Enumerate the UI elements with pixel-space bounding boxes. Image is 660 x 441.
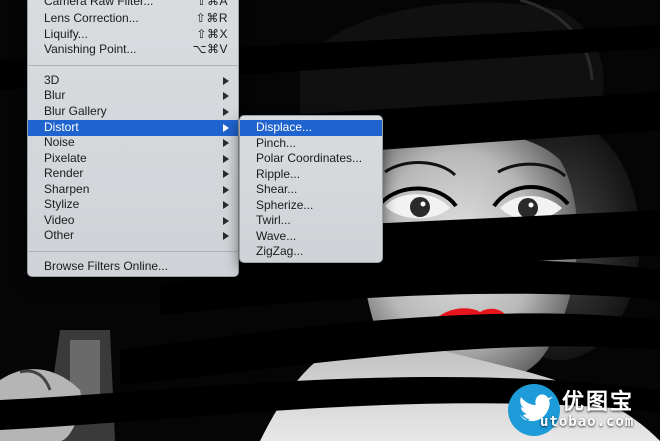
submenu-arrow-icon: [223, 108, 229, 116]
submenu-item-wave[interactable]: Wave...: [240, 229, 382, 245]
submenu-item-shear[interactable]: Shear...: [240, 182, 382, 198]
submenu-item-label: Spherize...: [256, 198, 314, 212]
submenu-item-ripple[interactable]: Ripple...: [240, 167, 382, 183]
submenu-arrow-icon: [223, 92, 229, 100]
menu-item-sharpen[interactable]: Sharpen: [28, 182, 238, 198]
submenu-arrow-icon: [223, 139, 229, 147]
watermark-cn-text: 优图宝: [562, 389, 635, 414]
menu-item-label: Pixelate: [44, 151, 87, 165]
submenu-arrow-icon: [223, 217, 229, 225]
menu-item-label: 3D: [44, 73, 60, 87]
menu-item-label: Other: [44, 228, 75, 242]
menu-item-label: Vanishing Point...: [44, 42, 137, 56]
menu-item-label: Blur Gallery: [44, 104, 107, 118]
submenu-arrow-icon: [223, 124, 229, 132]
submenu-item-label: ZigZag...: [256, 244, 304, 258]
menu-item-label: Liquify...: [44, 27, 88, 41]
filter-menu: Camera Raw Filter... ⇧⌘A Lens Correction…: [27, 0, 239, 277]
submenu-item-label: Polar Coordinates...: [256, 151, 363, 165]
submenu-item-label: Twirl...: [256, 213, 291, 227]
menu-item-shortcut: ⇧⌘X: [196, 27, 228, 41]
submenu-item-label: Wave...: [256, 229, 297, 243]
menu-item-label: Sharpen: [44, 182, 90, 196]
distort-submenu: Displace... Pinch... Polar Coordinates..…: [239, 115, 383, 263]
watermark-domain-text: utobao.com: [540, 414, 635, 430]
submenu-item-label: Ripple...: [256, 167, 301, 181]
submenu-item-zigzag[interactable]: ZigZag...: [240, 244, 382, 260]
submenu-arrow-icon: [223, 77, 229, 85]
menu-item-noise[interactable]: Noise: [28, 135, 238, 151]
menu-item-vanishing-point[interactable]: Vanishing Point... ⌥⌘V: [28, 42, 238, 58]
menu-item-label: Blur: [44, 88, 66, 102]
twitter-bird-icon: [508, 384, 560, 436]
submenu-arrow-icon: [223, 170, 229, 178]
menu-item-camera-raw-filter[interactable]: Camera Raw Filter... ⇧⌘A: [28, 0, 238, 10]
submenu-arrow-icon: [223, 232, 229, 240]
submenu-item-label: Pinch...: [256, 136, 297, 150]
menu-item-shortcut: ⌥⌘V: [192, 42, 228, 56]
submenu-arrow-icon: [223, 201, 229, 209]
menu-item-distort[interactable]: Distort: [28, 120, 238, 136]
menu-item-lens-correction[interactable]: Lens Correction... ⇧⌘R: [28, 11, 238, 27]
menu-item-video[interactable]: Video: [28, 213, 238, 229]
menu-item-shortcut: ⇧⌘A: [196, 0, 228, 8]
submenu-item-displace[interactable]: Displace...: [240, 120, 382, 136]
submenu-item-pinch[interactable]: Pinch...: [240, 136, 382, 152]
submenu-item-label: Shear...: [256, 182, 298, 196]
menu-item-3d[interactable]: 3D: [28, 73, 238, 89]
menu-item-label: Video: [44, 213, 75, 227]
submenu-item-spherize[interactable]: Spherize...: [240, 198, 382, 214]
submenu-arrow-icon: [223, 186, 229, 194]
menu-item-label: Browse Filters Online...: [44, 259, 169, 273]
menu-item-pixelate[interactable]: Pixelate: [28, 151, 238, 167]
menu-item-label: Render: [44, 166, 84, 180]
watermark: 优图宝 utobao.com: [500, 378, 660, 441]
menu-separator: [28, 251, 238, 252]
menu-item-browse-filters-online[interactable]: Browse Filters Online...: [28, 259, 238, 275]
menu-item-stylize[interactable]: Stylize: [28, 197, 238, 213]
menu-item-label: Lens Correction...: [44, 11, 139, 25]
submenu-arrow-icon: [223, 155, 229, 163]
menu-item-render[interactable]: Render: [28, 166, 238, 182]
menu-item-other[interactable]: Other: [28, 228, 238, 244]
menu-item-blur[interactable]: Blur: [28, 88, 238, 104]
menu-item-shortcut: ⇧⌘R: [195, 11, 228, 25]
submenu-item-twirl[interactable]: Twirl...: [240, 213, 382, 229]
menu-separator: [28, 65, 238, 66]
menu-item-blur-gallery[interactable]: Blur Gallery: [28, 104, 238, 120]
menu-item-label: Distort: [44, 120, 79, 134]
submenu-item-polar-coordinates[interactable]: Polar Coordinates...: [240, 151, 382, 167]
menu-item-label: Stylize: [44, 197, 80, 211]
submenu-item-label: Displace...: [256, 120, 313, 134]
menu-item-liquify[interactable]: Liquify... ⇧⌘X: [28, 27, 238, 43]
menu-item-label: Noise: [44, 135, 75, 149]
menu-item-label: Camera Raw Filter...: [44, 0, 154, 8]
